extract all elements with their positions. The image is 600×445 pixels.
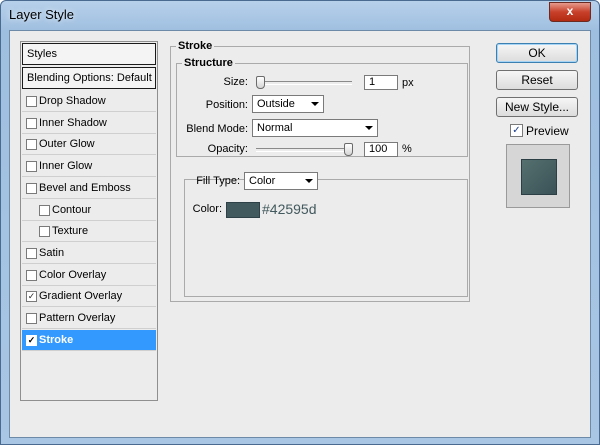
opacity-label: Opacity: [207, 143, 248, 155]
checkbox[interactable] [26, 139, 37, 151]
preview-checkbox[interactable]: ✓ [510, 124, 523, 137]
checkbox[interactable] [26, 313, 37, 324]
style-item-gradient-overlay[interactable]: ✓ Gradient Overlay [22, 286, 156, 308]
style-item-color-overlay[interactable]: Color Overlay [22, 265, 156, 286]
size-slider-track[interactable] [256, 81, 352, 85]
preview-swatch [521, 159, 557, 195]
size-slider-thumb[interactable] [256, 76, 265, 89]
title-bar[interactable]: Layer Style x [1, 1, 599, 29]
style-item-texture[interactable]: Texture [22, 221, 156, 243]
color-label: Color: [192, 203, 222, 215]
style-item-inner-shadow[interactable]: Inner Shadow [22, 113, 156, 134]
stroke-title: Stroke [176, 40, 215, 52]
fill-type-select[interactable]: Color [244, 172, 318, 190]
chevron-down-icon [365, 126, 373, 130]
position-select[interactable]: Outside [252, 95, 324, 113]
style-item-label: Contour [52, 203, 92, 216]
blending-options-item[interactable]: Blending Options: Default [22, 67, 156, 89]
checkbox[interactable] [26, 96, 37, 107]
style-item-label: Color Overlay [39, 268, 107, 281]
checkbox[interactable] [26, 269, 37, 281]
style-item-label: Inner Glow [39, 160, 93, 173]
style-item-stroke[interactable]: ✓ Stroke [22, 329, 156, 351]
close-button[interactable]: x [549, 2, 591, 22]
chevron-down-icon [311, 102, 319, 106]
position-value: Outside [257, 98, 295, 110]
fill-group [184, 179, 468, 297]
style-item-satin[interactable]: Satin [22, 243, 156, 264]
size-unit: px [402, 77, 414, 89]
dialog-body: Styles Blending Options: Default Drop Sh… [9, 30, 591, 438]
checkbox[interactable]: ✓ [26, 291, 37, 303]
color-swatch[interactable] [226, 202, 260, 218]
style-item-label: Drop Shadow [39, 95, 106, 107]
new-style-button[interactable]: New Style... [496, 97, 578, 117]
checkbox[interactable]: ✓ [26, 334, 37, 346]
checkbox[interactable] [39, 226, 50, 238]
opacity-slider-thumb[interactable] [344, 143, 353, 156]
style-item-label: Gradient Overlay [39, 290, 123, 303]
style-item-outer-glow[interactable]: Outer Glow [22, 134, 156, 156]
checkbox[interactable] [26, 117, 37, 129]
style-item-label: Outer Glow [39, 138, 95, 151]
fill-type-value: Color [249, 175, 276, 187]
ok-button[interactable]: OK [496, 43, 578, 63]
fill-type-label: Fill Type: [196, 175, 240, 187]
checkbox[interactable] [26, 247, 37, 259]
blend-mode-select[interactable]: Normal [252, 119, 378, 137]
window-title: Layer Style [9, 7, 75, 22]
style-item-label: Inner Shadow [39, 116, 107, 129]
size-label: Size: [223, 76, 248, 88]
style-item-label: Texture [52, 225, 89, 238]
size-input[interactable]: 1 [364, 75, 398, 90]
style-item-bevel-and-emboss[interactable]: Bevel and Emboss [22, 178, 156, 199]
styles-header[interactable]: Styles [22, 43, 156, 65]
reset-button[interactable]: Reset [496, 70, 578, 90]
style-item-pattern-overlay[interactable]: Pattern Overlay [22, 308, 156, 329]
position-label: Position: [205, 99, 248, 111]
opacity-unit: % [402, 143, 412, 155]
close-icon: x [566, 4, 574, 18]
blending-options-label: Blending Options: Default [27, 72, 152, 84]
checkbox[interactable] [26, 182, 37, 194]
style-item-contour[interactable]: Contour [22, 200, 156, 221]
layer-style-dialog: Layer Style x Styles Blending Options: D… [0, 0, 600, 445]
style-item-label: Stroke [39, 333, 74, 346]
opacity-slider-track[interactable] [256, 148, 352, 152]
checkbox[interactable] [39, 204, 50, 216]
styles-header-label: Styles [27, 48, 57, 60]
style-item-label: Bevel and Emboss [39, 181, 131, 194]
style-item-label: Satin [39, 246, 65, 259]
preview-label: Preview [526, 124, 569, 138]
structure-title: Structure [182, 57, 235, 69]
checkbox[interactable] [26, 161, 37, 173]
blend-mode-value: Normal [257, 122, 293, 134]
chevron-down-icon [305, 179, 313, 183]
styles-panel: Styles Blending Options: Default Drop Sh… [20, 41, 158, 401]
opacity-input[interactable]: 100 [364, 142, 398, 157]
color-hex-label: #42595d [262, 201, 317, 217]
preview-thumbnail [506, 144, 570, 208]
blend-mode-label: Blend Mode: [186, 123, 248, 135]
style-item-inner-glow[interactable]: Inner Glow [22, 156, 156, 178]
style-item-drop-shadow[interactable]: Drop Shadow [22, 91, 156, 112]
style-item-label: Pattern Overlay [39, 312, 116, 324]
